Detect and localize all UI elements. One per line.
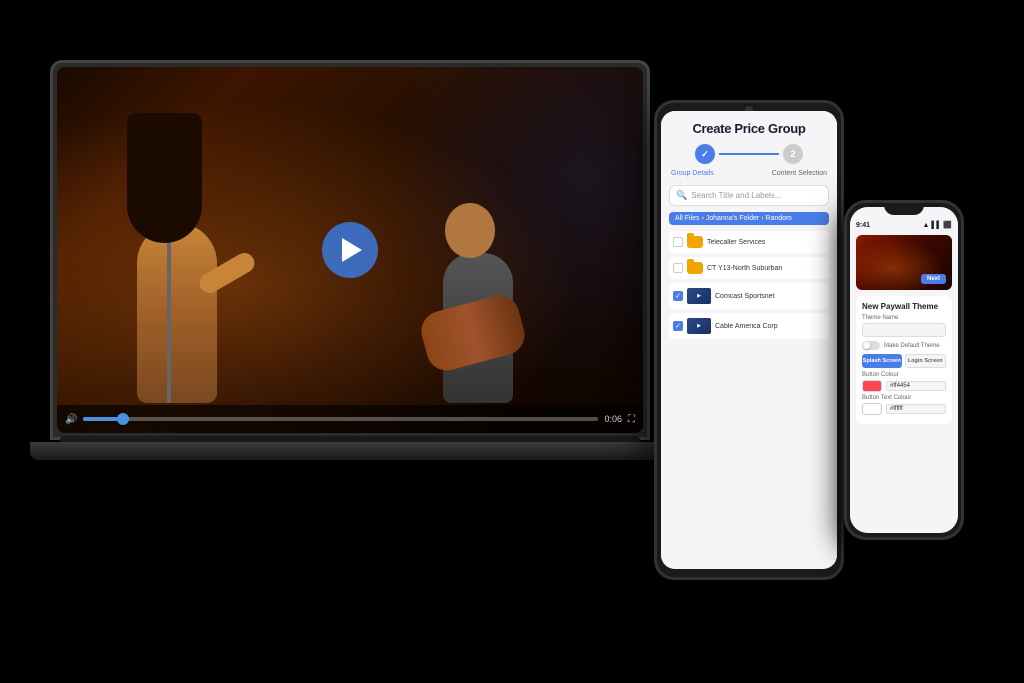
- theme-screen-buttons: Splash Screen Login Screen: [862, 354, 946, 368]
- button-colour-row: #ff4454: [862, 380, 946, 392]
- singer-figure: [117, 143, 277, 403]
- progress-fill: [83, 417, 124, 421]
- file-item[interactable]: Telecaller Services: [669, 231, 829, 253]
- checkbox-checked[interactable]: ✓: [673, 321, 683, 331]
- laptop: 🔊 0:06 ⛶: [50, 60, 670, 580]
- search-bar[interactable]: 🔍 Search Title and Labels...: [669, 185, 829, 206]
- phone-notch: [884, 203, 924, 215]
- step-1-circle: ✓: [695, 144, 715, 164]
- checkbox-checked[interactable]: ✓: [673, 291, 683, 301]
- search-placeholder: Search Title and Labels...: [691, 191, 781, 200]
- progress-dot: [117, 413, 129, 425]
- volume-icon: 🔊: [65, 414, 77, 425]
- paywall-section-title: New Paywall Theme: [862, 302, 946, 311]
- phone: 9:41 ▲ ▌▌ ⬛ Next New Paywall Theme Theme…: [844, 200, 964, 540]
- file-item[interactable]: CT Y13-North Suburban: [669, 257, 829, 279]
- default-theme-toggle[interactable]: [862, 341, 880, 350]
- steps-container: ✓ 2: [669, 144, 829, 164]
- default-theme-label: Make Default Theme: [884, 343, 940, 349]
- guitarist-figure: [423, 183, 563, 403]
- button-colour-label: Button Colour: [862, 372, 946, 378]
- button-text-colour-label: Button Text Colour: [862, 395, 946, 401]
- phone-screen: 9:41 ▲ ▌▌ ⬛ Next New Paywall Theme Theme…: [850, 207, 958, 533]
- phone-content: 9:41 ▲ ▌▌ ⬛ Next New Paywall Theme Theme…: [850, 207, 958, 533]
- laptop-body: 🔊 0:06 ⛶: [50, 60, 650, 440]
- folder-icon: [687, 236, 703, 248]
- file-name: Telecaller Services: [707, 239, 825, 246]
- button-text-colour-swatch[interactable]: [862, 403, 882, 415]
- breadcrumb-text: All Files › Johanna's Folder › Random: [675, 215, 792, 222]
- phone-status-bar: 9:41 ▲ ▌▌ ⬛: [856, 221, 952, 229]
- step-1-label: Group Details: [671, 170, 714, 177]
- singer-hair: [127, 113, 202, 243]
- checkbox-empty[interactable]: [673, 263, 683, 273]
- video-time: 0:06: [604, 414, 622, 424]
- guitarist-head: [445, 203, 495, 258]
- video-controls: 🔊 0:06 ⛶: [57, 405, 643, 433]
- phone-status-icons: ▲ ▌▌ ⬛: [923, 221, 952, 229]
- theme-name-input[interactable]: [862, 323, 946, 337]
- play-icon: [342, 238, 362, 262]
- laptop-screen: 🔊 0:06 ⛶: [57, 67, 643, 433]
- button-colour-value[interactable]: #ff4454: [886, 381, 946, 391]
- default-theme-row: Make Default Theme: [862, 341, 946, 350]
- step-2-circle: 2: [783, 144, 803, 164]
- tablet-title: Create Price Group: [669, 121, 829, 136]
- phone-next-button[interactable]: Next: [921, 274, 946, 284]
- folder-icon: [687, 262, 703, 274]
- tablet-screen: Create Price Group ✓ 2 Group Details Con…: [661, 111, 837, 569]
- file-name: CT Y13-North Suburban: [707, 265, 825, 272]
- file-list: Telecaller Services CT Y13-North Suburba…: [669, 231, 829, 339]
- video-thumbnail: [687, 288, 711, 304]
- button-colour-swatch[interactable]: [862, 380, 882, 392]
- button-text-colour-row: #ffffff: [862, 403, 946, 415]
- login-screen-button[interactable]: Login Screen: [905, 354, 947, 368]
- progress-bar[interactable]: [83, 417, 598, 421]
- phone-video-thumb: Next: [856, 235, 952, 290]
- video-thumbnail: [687, 318, 711, 334]
- tablet-header: Create Price Group: [669, 121, 829, 136]
- file-name: Cable America Corp: [715, 323, 825, 330]
- scene: 🔊 0:06 ⛶: [0, 0, 1024, 683]
- singer-body: [137, 223, 217, 403]
- breadcrumb-bar[interactable]: All Files › Johanna's Folder › Random: [669, 212, 829, 225]
- fullscreen-icon[interactable]: ⛶: [628, 414, 635, 425]
- splash-screen-button[interactable]: Splash Screen: [862, 354, 902, 368]
- search-icon: 🔍: [676, 190, 687, 201]
- checkbox-empty[interactable]: [673, 237, 683, 247]
- play-button[interactable]: [322, 222, 378, 278]
- step-line: [719, 153, 779, 155]
- theme-name-label: Theme Name: [862, 315, 946, 321]
- file-item[interactable]: ✓ Cable America Corp: [669, 313, 829, 339]
- button-text-colour-value[interactable]: #ffffff: [886, 404, 946, 414]
- file-item[interactable]: ✓ Comcast Sportsnet: [669, 283, 829, 309]
- step-labels: Group Details Content Selection: [669, 170, 829, 177]
- step-2-label: Content Selection: [772, 170, 827, 177]
- phone-time: 9:41: [856, 222, 870, 229]
- paywall-section: New Paywall Theme Theme Name Make Defaul…: [856, 296, 952, 424]
- toggle-knob: [863, 342, 870, 349]
- tablet-content: Create Price Group ✓ 2 Group Details Con…: [661, 111, 837, 569]
- tablet: Create Price Group ✓ 2 Group Details Con…: [654, 100, 844, 580]
- video-background: 🔊 0:06 ⛶: [57, 67, 643, 433]
- file-name: Comcast Sportsnet: [715, 293, 825, 300]
- laptop-base: [30, 442, 670, 460]
